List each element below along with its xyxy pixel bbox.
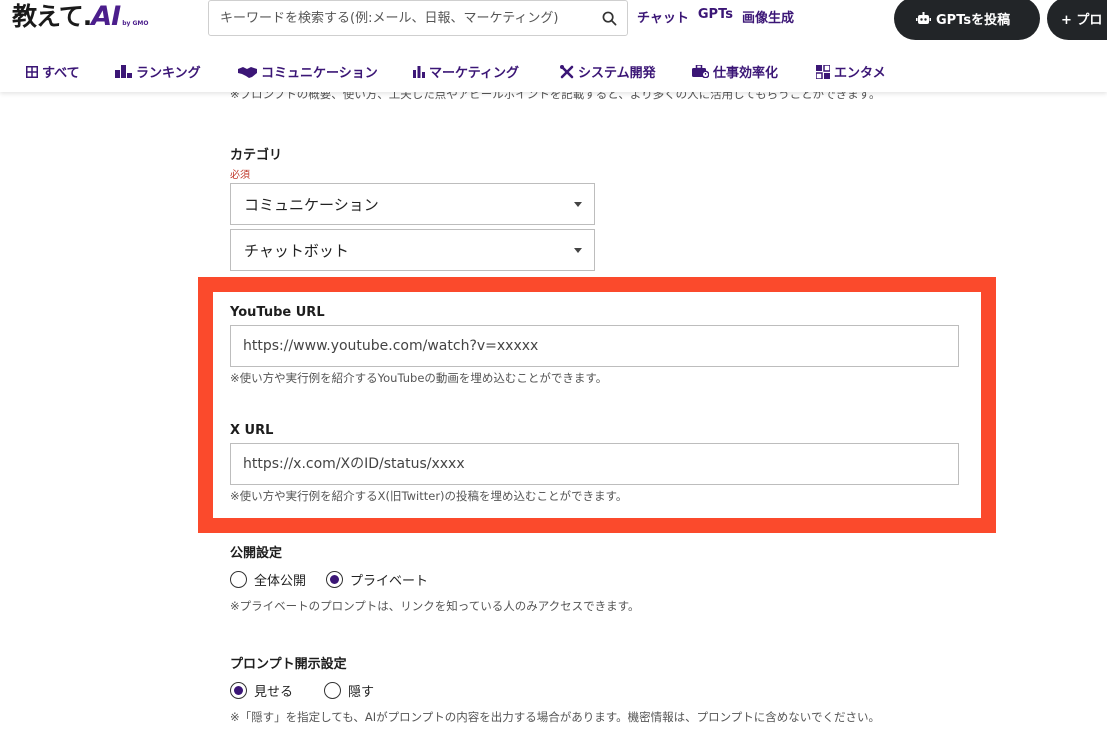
disclosure-label: プロンプト開示設定 bbox=[230, 657, 347, 672]
search-box bbox=[208, 0, 628, 36]
category-entertainment[interactable]: エンタメ bbox=[816, 62, 886, 81]
post-prompt-button[interactable]: + プロ bbox=[1047, 0, 1107, 40]
search-icon bbox=[602, 11, 616, 25]
x-url-input[interactable] bbox=[230, 443, 959, 485]
youtube-url-help: ※使い方や実行例を紹介するYouTubeの動画を埋め込むことができます。 bbox=[230, 371, 608, 385]
radio-button[interactable] bbox=[324, 682, 342, 699]
dropdown-arrow-icon bbox=[574, 248, 582, 253]
disclosure-option-label: 隠す bbox=[348, 685, 375, 700]
search-button[interactable] bbox=[591, 1, 627, 35]
site-header: 教えて. AI by GMO チャット GPTs 画像生成 bbox=[0, 0, 1107, 92]
visibility-option-private[interactable]: プライベート bbox=[326, 570, 428, 589]
post-gpts-button[interactable]: GPTsを投稿 bbox=[894, 0, 1040, 40]
dropdown-arrow-icon bbox=[574, 202, 582, 207]
podium-icon bbox=[115, 65, 132, 78]
visibility-radio-group: 全体公開 プライベート bbox=[230, 570, 428, 589]
search-input[interactable] bbox=[209, 1, 591, 35]
x-url-help: ※使い方や実行例を紹介するX(旧Twitter)の投稿を埋め込むことができます。 bbox=[230, 489, 628, 503]
site-logo[interactable]: 教えて. AI by GMO bbox=[12, 2, 149, 32]
x-url-label: X URL bbox=[230, 423, 274, 438]
radio-dot bbox=[330, 575, 340, 584]
category-communication[interactable]: コミュニケーション bbox=[238, 62, 413, 81]
category-system-dev[interactable]: システム開発 bbox=[560, 62, 692, 81]
robot-icon bbox=[916, 12, 931, 25]
grid-icon bbox=[26, 65, 38, 78]
post-prompt-label: + プロ bbox=[1061, 13, 1103, 28]
disclosure-help: ※「隠す」を指定しても、AIがプロンプトの内容を出力する場合があります。機密情報… bbox=[230, 710, 880, 724]
category-label: エンタメ bbox=[834, 66, 886, 81]
radio-button-selected[interactable] bbox=[230, 682, 247, 699]
category-select-secondary[interactable]: チャットボット bbox=[230, 229, 595, 271]
visibility-help: ※プライベートのプロンプトは、リンクを知っている人のみアクセスできます。 bbox=[230, 599, 640, 613]
radio-button-selected[interactable] bbox=[326, 571, 344, 588]
disclosure-option-hide[interactable]: 隠す bbox=[324, 681, 374, 700]
visibility-option-label: プライベート bbox=[350, 574, 429, 589]
bar-chart-icon bbox=[413, 66, 425, 78]
category-label: コミュニケーション bbox=[261, 66, 378, 81]
category-select-primary[interactable]: コミュニケーション bbox=[230, 183, 595, 225]
category-select-secondary-value: チャットボット bbox=[244, 241, 349, 260]
category-label: 仕事効率化 bbox=[713, 66, 779, 81]
link-image-gen[interactable]: 画像生成 bbox=[742, 7, 794, 26]
puzzle-icon bbox=[816, 64, 830, 79]
category-label: マーケティング bbox=[429, 66, 519, 81]
category-nav: すべて ランキング コミュニケーション マーケティング システム開発 仕事効率化… bbox=[26, 62, 886, 81]
category-label: システム開発 bbox=[578, 66, 656, 81]
required-badge: 必須 bbox=[230, 170, 250, 181]
visibility-label: 公開設定 bbox=[230, 546, 283, 561]
category-select-primary-value: コミュニケーション bbox=[244, 195, 379, 214]
top-links: チャット GPTs 画像生成 bbox=[637, 7, 794, 26]
disclosure-radio-group: 見せる 隠す bbox=[230, 681, 374, 700]
link-gpts[interactable]: GPTs bbox=[698, 7, 733, 26]
category-marketing[interactable]: マーケティング bbox=[413, 62, 560, 81]
logo-ai: AI bbox=[91, 1, 121, 32]
handshake-icon bbox=[238, 66, 257, 78]
category-all[interactable]: すべて bbox=[26, 62, 115, 81]
visibility-option-label: 全体公開 bbox=[254, 574, 307, 589]
category-label: ランキング bbox=[136, 66, 201, 81]
link-chat[interactable]: チャット bbox=[637, 7, 689, 26]
logo-by: by GMO bbox=[122, 20, 149, 27]
category-label: すべて bbox=[42, 66, 80, 81]
disclosure-option-label: 見せる bbox=[254, 685, 294, 700]
disclosure-option-show[interactable]: 見せる bbox=[230, 681, 293, 700]
briefcase-icon bbox=[692, 65, 709, 78]
category-label-heading: カテゴリ bbox=[230, 148, 283, 163]
category-ranking[interactable]: ランキング bbox=[115, 62, 238, 81]
post-gpts-label: GPTsを投稿 bbox=[936, 13, 1011, 28]
visibility-option-public[interactable]: 全体公開 bbox=[230, 570, 306, 589]
radio-dot bbox=[234, 686, 243, 695]
youtube-url-label: YouTube URL bbox=[230, 305, 325, 320]
youtube-url-input[interactable] bbox=[230, 325, 959, 367]
category-productivity[interactable]: 仕事効率化 bbox=[692, 62, 816, 81]
tools-icon bbox=[560, 64, 574, 78]
radio-button[interactable] bbox=[230, 571, 247, 588]
logo-text: 教えて. bbox=[12, 2, 92, 31]
